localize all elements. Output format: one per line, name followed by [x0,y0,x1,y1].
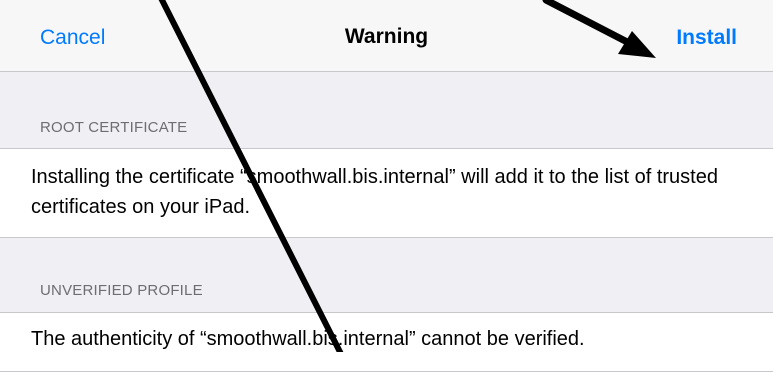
page-title: Warning [344,25,429,48]
section-header-unverified-profile: UNVERIFIED PROFILE [40,282,203,299]
root-certificate-description: Installing the certificate “smoothwall.b… [31,166,718,218]
root-certificate-cell: Installing the certificate “smoothwall.b… [0,148,773,238]
unverified-profile-cell: The authenticity of “smoothwall.bis.inte… [0,312,773,372]
unverified-profile-description: The authenticity of “smoothwall.bis.inte… [31,328,585,350]
section-header-root-certificate: ROOT CERTIFICATE [40,119,188,136]
navigation-bar: Cancel Warning Install [0,0,773,72]
install-button[interactable]: Install [676,26,737,50]
